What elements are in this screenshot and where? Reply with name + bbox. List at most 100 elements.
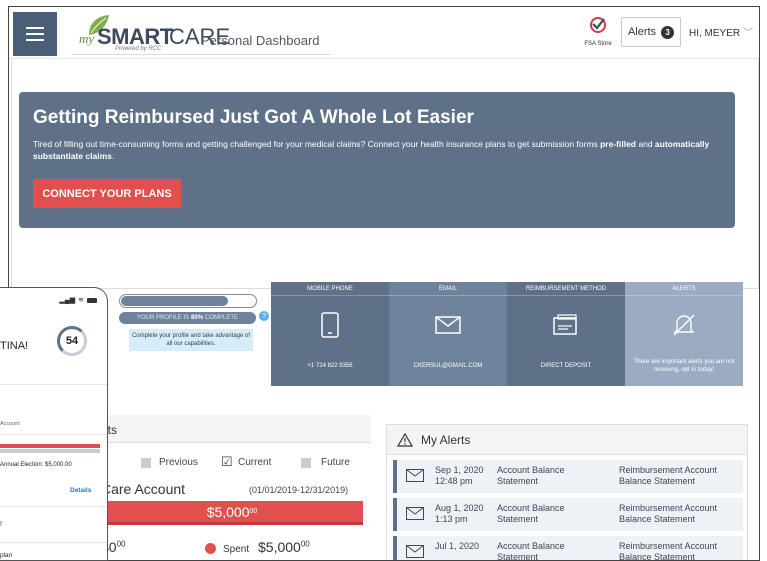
alert-desc-line: Reimbursement Account <box>619 465 718 475</box>
phone-progress-bar <box>0 444 100 448</box>
user-greeting: HI, MEYER <box>689 28 741 39</box>
alert-description: Reimbursement Account Balance Statement <box>619 541 718 561</box>
filter-current-label: Current <box>238 457 272 468</box>
promo-section: Getting Reimbursed Just Got A Whole Lot … <box>11 59 759 289</box>
battery-icon <box>87 297 97 303</box>
alert-description: Reimbursement Account Balance Statement <box>619 465 717 487</box>
phone-score-ring: 54 <box>57 326 87 356</box>
spent-legend-dot <box>205 543 216 554</box>
checkmark-icon[interactable]: ☑ <box>221 454 233 470</box>
signal-icon: ▂▄▆ <box>59 297 76 304</box>
tile-label: ALERTS <box>625 282 743 296</box>
banner-text: Tired of filling out time-consuming form… <box>33 138 721 162</box>
alert-type-line: Statement <box>497 514 539 524</box>
profile-completion: YOUR PROFILE IS 80% COMPLETE ? Complete … <box>119 294 269 351</box>
alert-date: Jul 1, 2020 <box>435 541 479 552</box>
election-amount: $5,000 <box>206 503 250 520</box>
my-alerts-panel: My Alerts Sep 1, 2020 12:48 pm Account Ba… <box>386 424 748 561</box>
banner-text-part: . <box>111 151 115 161</box>
banner-text-part: Tired of filling out time-consuming form… <box>33 139 601 149</box>
alert-desc-line: Reimbursement Account <box>619 541 718 551</box>
alert-description: Reimbursement Account Balance Statement <box>619 503 717 525</box>
spent-amount: $5,00000 <box>258 539 310 555</box>
pill-percent: 80% <box>191 315 204 321</box>
accounts-heading: nts <box>101 415 371 443</box>
filter-previous-label: Previous <box>159 457 198 468</box>
alert-type-line: Account Balance <box>497 465 565 475</box>
alert-date-text: Jul 1, 2020 <box>435 541 480 551</box>
tile-value: There are important alerts you are not r… <box>633 359 735 373</box>
phone-annual-election: Annual Election: $5,000.00 <box>0 462 72 468</box>
phone-details-link[interactable]: Details <box>70 487 91 494</box>
spent-label: Spent <box>223 544 250 555</box>
mysmartcare-logo[interactable]: my SMART CARE Powered by RCC Personal Da… <box>71 11 331 55</box>
phone-status-bar: ▂▄▆ ≋ <box>59 296 97 304</box>
election-bar: $5,000 00 <box>101 501 363 525</box>
fsa-store-label: FSA Store <box>584 41 612 47</box>
banner-text-bold: pre-filled <box>600 139 637 149</box>
alert-row[interactable]: Sep 1, 2020 12:48 pm Account Balance State… <box>393 460 743 493</box>
banner-title: Getting Reimbursed Just Got A Whole Lot … <box>33 107 474 128</box>
chevron-down-icon: ﹀ <box>743 28 754 39</box>
mobile-app-preview: ▂▄▆ ≋ TINA! 54 Account Annual Election: … <box>0 287 108 561</box>
phone-exclaim: ! <box>0 521 2 528</box>
pill-suffix: COMPLETE <box>205 315 239 321</box>
profile-tip[interactable]: Complete your profile and take advantage… <box>129 329 253 351</box>
user-menu[interactable]: HI, MEYER ﹀ <box>689 24 753 39</box>
alerts-label: Alerts <box>627 26 657 38</box>
divider <box>0 384 107 385</box>
tile-value: CKERSUL@GMAIL.COM <box>413 363 483 369</box>
divider <box>0 542 107 543</box>
alert-date: Aug 1, 2020 1:13 pm <box>435 503 484 525</box>
alert-date-text: Sep 1, 2020 <box>435 465 484 475</box>
account-name[interactable]: Care Account <box>101 481 185 497</box>
checkbox-future[interactable] <box>301 458 311 468</box>
logo-powered-text: Powered by RCC <box>115 46 162 52</box>
profile-progress-fill <box>121 296 229 306</box>
tile-label: MOBILE PHONE <box>271 282 389 296</box>
alert-desc-line: Balance Statement <box>619 552 696 561</box>
tile-reimbursement-method[interactable]: REIMBURSEMENT METHOD DIRECT DEPOSIT <box>507 282 625 386</box>
mobile-phone-icon <box>271 304 389 346</box>
menu-bar <box>26 39 44 41</box>
phone-greeting: TINA! <box>0 340 29 352</box>
filter-future-label: Future <box>321 457 350 468</box>
page-title: Personal Dashboard <box>201 33 320 48</box>
alert-type: Account Balance Statement <box>497 465 565 487</box>
phone-account-label: Account <box>0 421 20 427</box>
alert-type: Account Balance Statement <box>497 541 565 560</box>
alert-row[interactable]: Aug 1, 2020 1:13 pm Account Balance Statem… <box>393 498 743 531</box>
alert-row[interactable]: Jul 1, 2020 Account Balance Statement Rei… <box>393 536 743 561</box>
tile-mobile-phone[interactable]: MOBILE PHONE +1 724 822 9356 <box>271 282 389 386</box>
alerts-count-badge: 3 <box>661 25 675 39</box>
alerts-button[interactable]: Alerts 3 <box>621 17 681 47</box>
alert-desc-line: Reimbursement Account <box>619 503 718 513</box>
alert-time-text: 12:48 pm <box>435 476 473 486</box>
menu-bar <box>26 27 44 29</box>
my-alerts-title: My Alerts <box>421 432 471 447</box>
alert-type-line: Statement <box>497 476 539 486</box>
wifi-icon: ≋ <box>78 297 84 304</box>
help-icon[interactable]: ? <box>259 311 269 321</box>
checkbox-previous[interactable] <box>141 458 151 468</box>
alert-type: Account Balance Statement <box>497 503 565 525</box>
envelope-icon <box>406 507 424 520</box>
tile-value: +1 724 822 9356 <box>307 363 353 369</box>
hamburger-menu-button[interactable] <box>13 12 57 56</box>
account-period: (01/01/2019-12/31/2019) <box>249 485 349 495</box>
remaining-cents: 00 <box>116 539 126 549</box>
spent-cents: 00 <box>300 539 310 549</box>
tile-email[interactable]: EMAIL CKERSUL@GMAIL.COM <box>389 282 507 386</box>
profile-pill-row: YOUR PROFILE IS 80% COMPLETE ? <box>119 308 269 324</box>
tile-alerts[interactable]: ALERTS There are important alerts you ar… <box>625 282 743 386</box>
promo-banner: Getting Reimbursed Just Got A Whole Lot … <box>19 92 735 228</box>
alert-type-line: Account Balance <box>497 503 565 513</box>
tile-value: DIRECT DEPOSIT <box>540 363 592 369</box>
warning-icon <box>397 432 413 447</box>
menu-bar <box>26 33 44 35</box>
email-icon <box>389 304 507 346</box>
tile-label: EMAIL <box>389 282 507 296</box>
fsa-store-link[interactable]: FSA Store <box>581 15 615 47</box>
accounts-card: nts v: Previous ☑ Current Future Care Ac… <box>101 415 371 560</box>
connect-your-plans-button[interactable]: CONNECT YOUR PLANS <box>33 179 181 208</box>
